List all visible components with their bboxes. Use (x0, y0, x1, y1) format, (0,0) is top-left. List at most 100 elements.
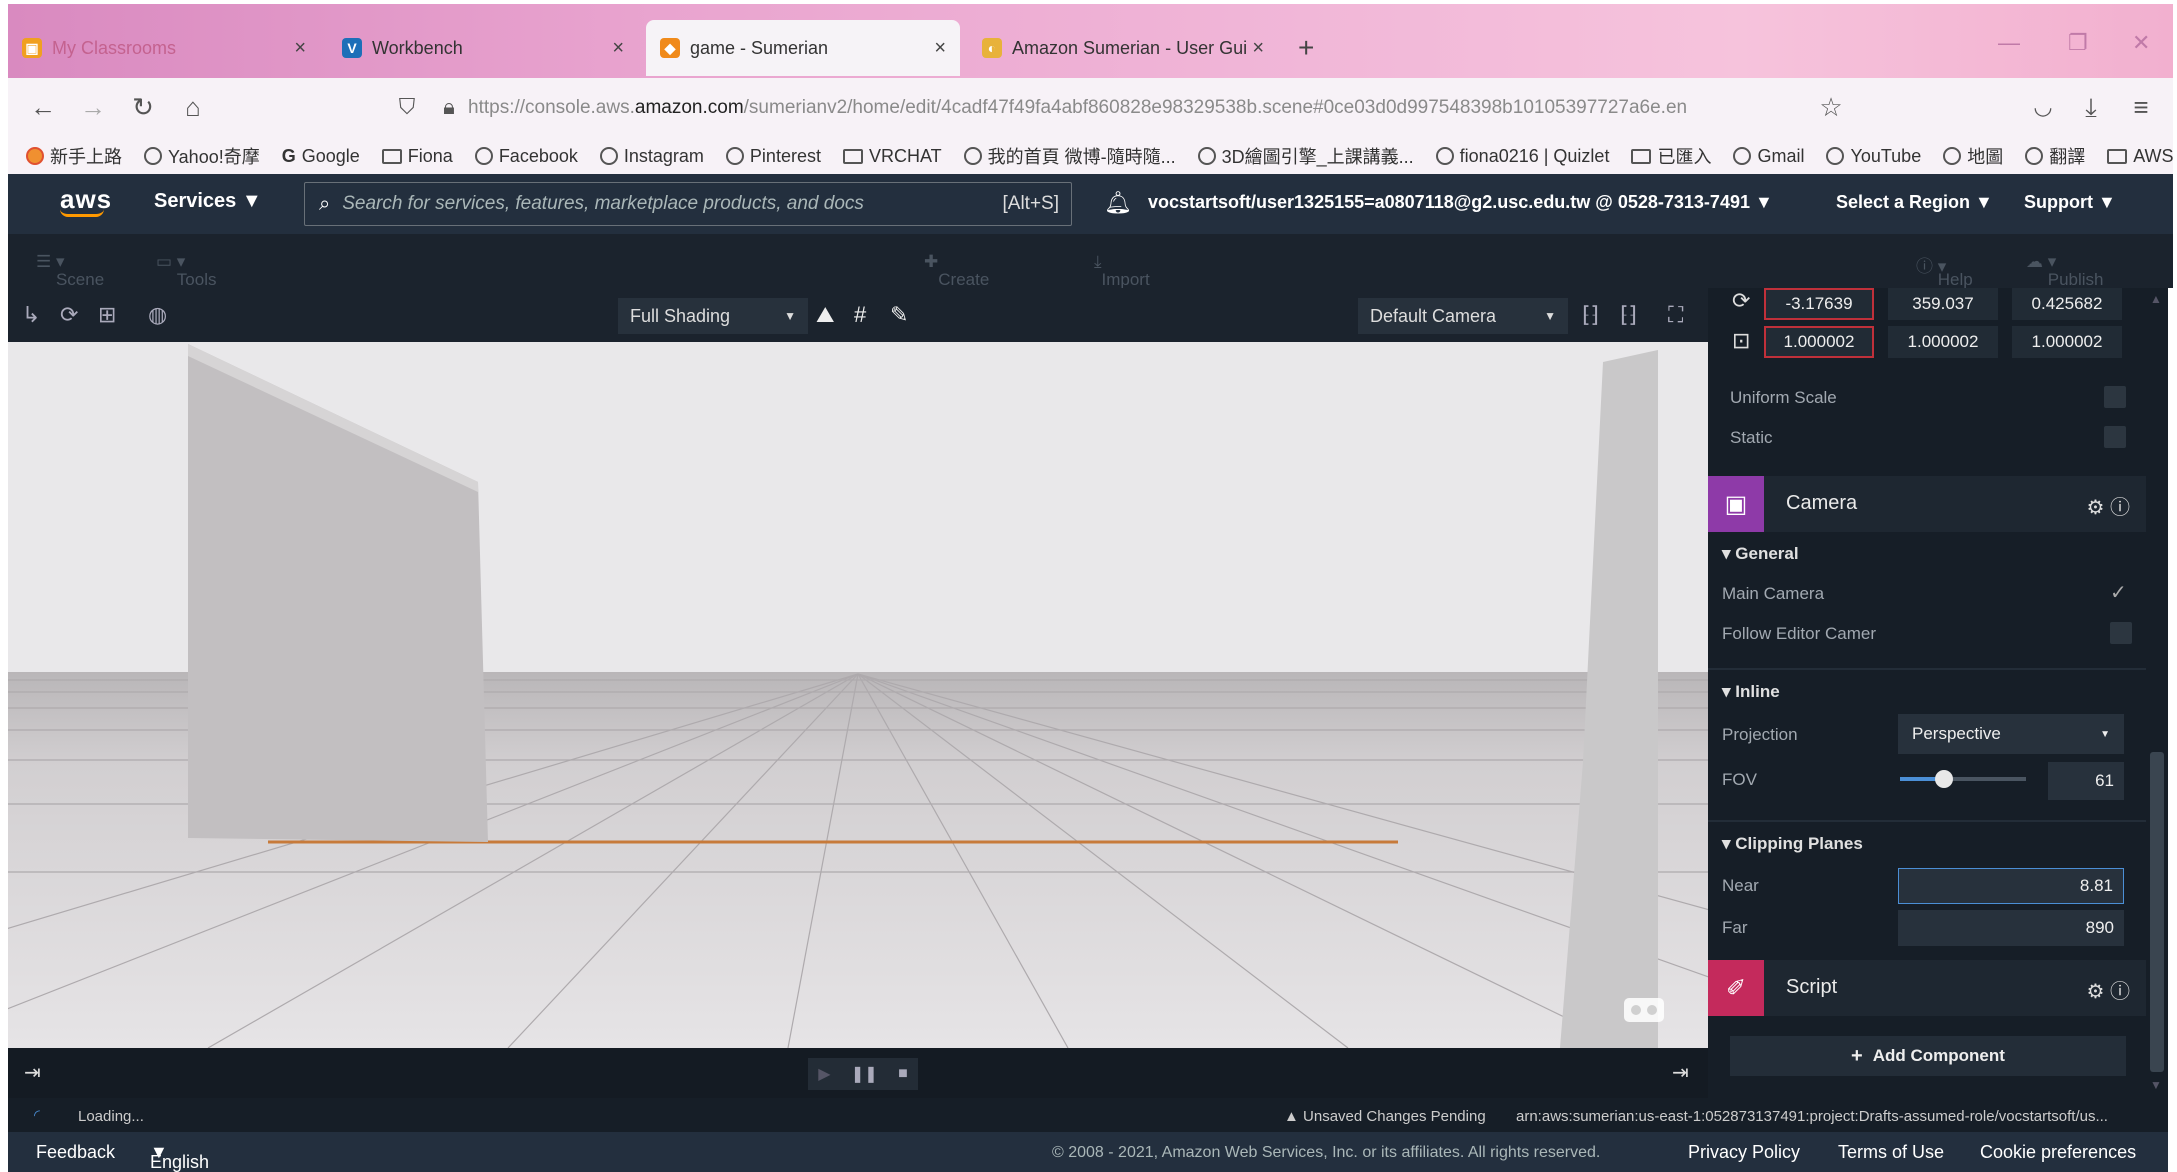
scale-x-field[interactable]: 1.000002 (1764, 326, 1874, 358)
menu-icon[interactable]: ≡ (2124, 92, 2158, 123)
bookmark-item[interactable]: Fiona (381, 146, 453, 167)
help-menu[interactable]: ⓘ Help ▾ (1916, 252, 1973, 289)
create-entity-button[interactable]: ✚ Create Entity (924, 252, 989, 309)
bookmark-item[interactable]: Facebook (474, 146, 578, 167)
bookmark-item[interactable]: 新手上路 (26, 143, 122, 169)
stop-icon[interactable]: ■ (898, 1065, 908, 1083)
bookmark-item[interactable]: 地圖 (1943, 143, 2003, 169)
play-icon[interactable]: ▶ (818, 1064, 830, 1084)
url-bar[interactable]: https://console.aws. amazon.com/sumerianv… (468, 84, 1808, 132)
bookmark-item[interactable]: fiona0216 | Quizlet (1435, 146, 1609, 167)
frame-selection-icon[interactable]: ⁅⁆ (1582, 302, 1599, 328)
scene-viewport[interactable] (8, 342, 1708, 1048)
bookmark-item[interactable]: 翻譯 (2025, 143, 2085, 169)
services-menu[interactable]: Services ▼ (154, 190, 262, 213)
terms-of-use-link[interactable]: Terms of Use (1838, 1142, 1944, 1163)
tab-my-classrooms[interactable]: ▣ My Classrooms × (8, 20, 320, 76)
reload-icon[interactable]: ↻ (126, 92, 160, 123)
tab-sumerian-user-guide[interactable]: ◐ Amazon Sumerian - User Gui × (968, 20, 1278, 76)
aws-search-input[interactable]: ⌕ Search for services, features, marketp… (304, 182, 1072, 226)
help-icon[interactable]: ⓘ (2110, 981, 2130, 1003)
scrollbar-thumb[interactable] (2150, 752, 2164, 1072)
move-tool-icon[interactable]: ↳ (22, 302, 40, 328)
fov-slider[interactable] (1900, 770, 2026, 788)
bookmark-item[interactable]: Gmail (1733, 146, 1804, 167)
support-menu[interactable]: Support ▼ (2024, 192, 2116, 213)
rotation-z-field[interactable]: 0.425682 (2012, 288, 2122, 320)
tools-menu[interactable]: ▭ Tools ▾ (156, 252, 216, 289)
bookmark-item[interactable]: AWS (2107, 146, 2173, 167)
cookie-preferences-link[interactable]: Cookie preferences (1980, 1142, 2136, 1163)
back-arrow-icon[interactable]: ← (26, 92, 60, 123)
bookmark-item[interactable]: YouTube (1826, 146, 1921, 167)
general-section-toggle[interactable]: ▾ General (1722, 544, 1799, 564)
script-component-header[interactable]: ✐ Script ⚙ ⓘ (1708, 960, 2146, 1016)
gear-icon[interactable]: ⚙ (2087, 497, 2105, 519)
bookmark-item[interactable]: 我的首頁 微博-隨時隨... (963, 143, 1176, 169)
pocket-icon[interactable]: ◡ (2026, 94, 2060, 120)
restore-icon[interactable]: ❐ (2068, 30, 2088, 56)
camera-select[interactable]: Default Camera ▼ (1358, 298, 1568, 334)
vr-headset-icon[interactable] (1624, 998, 1664, 1022)
gear-icon[interactable]: ⚙ (2087, 981, 2105, 1003)
scroll-down-icon[interactable]: ▼ (2150, 1078, 2162, 1092)
tab-workbench[interactable]: V Workbench × (328, 20, 638, 76)
shading-select[interactable]: Full Shading ▼ (618, 298, 808, 334)
rotation-y-field[interactable]: 359.037 (1888, 288, 1998, 320)
bookmark-item[interactable]: 已匯入 (1631, 143, 1711, 169)
import-assets-button[interactable]: ⤓ Import Assets (1094, 252, 1153, 309)
main-camera-checkbox[interactable]: ✓ (2110, 580, 2127, 605)
download-icon[interactable]: ⤓ (2074, 92, 2108, 124)
language-select[interactable]: English (US) ▼ (150, 1142, 209, 1172)
pause-icon[interactable]: ❚❚ (851, 1064, 878, 1084)
scene-menu[interactable]: ☰ Scene ▾ (36, 252, 104, 289)
help-icon[interactable]: ⓘ (2110, 497, 2130, 519)
star-icon[interactable]: ☆ (1814, 92, 1848, 123)
near-input[interactable]: 8.81 (1898, 868, 2124, 904)
close-icon[interactable]: × (294, 37, 306, 60)
projection-select[interactable]: Perspective ▼ (1898, 714, 2124, 754)
bookmark-item[interactable]: 3D繪圖引擎_上課講義... (1197, 143, 1414, 169)
scroll-up-icon[interactable]: ▲ (2150, 292, 2162, 306)
frame-all-icon[interactable]: ⁅⁆ (1620, 302, 1637, 328)
bookmark-item[interactable]: G Google (282, 146, 360, 167)
minimize-icon[interactable]: — (1998, 30, 2020, 56)
globe-icon[interactable]: ◍ (148, 302, 167, 328)
window-close-icon[interactable]: ✕ (2132, 30, 2150, 56)
wrench-icon[interactable]: ✎ (890, 302, 908, 328)
clipping-planes-section-toggle[interactable]: ▾ Clipping Planes (1722, 834, 1863, 854)
new-tab-icon[interactable]: + (1298, 32, 1314, 64)
exit-left-icon[interactable]: ⇥ (24, 1060, 41, 1085)
rotate-tool-icon[interactable]: ⟳ (60, 302, 78, 328)
far-input[interactable]: 890 (1898, 910, 2124, 946)
close-icon[interactable]: × (612, 37, 624, 60)
forward-arrow-icon[interactable]: → (76, 92, 110, 123)
exit-right-icon[interactable]: ⇥ (1672, 1060, 1689, 1085)
region-menu[interactable]: Select a Region ▼ (1836, 192, 1993, 213)
publish-menu[interactable]: ☁ Publish ▾ (2026, 252, 2104, 289)
panel-scrollbar[interactable]: ▲ ▼ (2146, 288, 2168, 1098)
bookmark-item[interactable]: Instagram (599, 146, 704, 167)
lighting-icon[interactable]: ⛰ (816, 302, 834, 328)
camera-component-header[interactable]: ▣ Camera ⚙ ⓘ (1708, 476, 2146, 532)
privacy-policy-link[interactable]: Privacy Policy (1688, 1142, 1800, 1163)
close-icon[interactable]: × (934, 37, 946, 60)
bell-icon[interactable]: 🔔︎ (1104, 190, 1132, 216)
grid-icon[interactable]: # (854, 302, 866, 328)
follow-editor-camera-checkbox[interactable] (2110, 622, 2132, 644)
account-menu[interactable]: vocstartsoft/user1325155=a0807118@g2.usc… (1148, 192, 1773, 213)
feedback-link[interactable]: Feedback (36, 1142, 115, 1163)
aws-logo[interactable]: aws (60, 184, 112, 217)
fullscreen-icon[interactable]: ⛶ (1668, 302, 1683, 328)
tab-game-sumerian[interactable]: ◆ game - Sumerian × (646, 20, 960, 76)
static-checkbox[interactable] (2104, 426, 2126, 448)
bookmark-item[interactable]: VRCHAT (842, 146, 942, 167)
fov-slider-thumb[interactable] (1935, 770, 1954, 788)
uniform-scale-checkbox[interactable] (2104, 386, 2126, 408)
add-component-button[interactable]: + Add Component (1730, 1036, 2126, 1076)
close-icon[interactable]: × (1252, 37, 1264, 60)
bookmark-item[interactable]: Pinterest (725, 146, 821, 167)
home-icon[interactable]: ⌂ (176, 92, 210, 123)
inline-section-toggle[interactable]: ▾ Inline (1722, 682, 1780, 702)
rotation-x-field[interactable]: -3.17639 (1764, 288, 1874, 320)
